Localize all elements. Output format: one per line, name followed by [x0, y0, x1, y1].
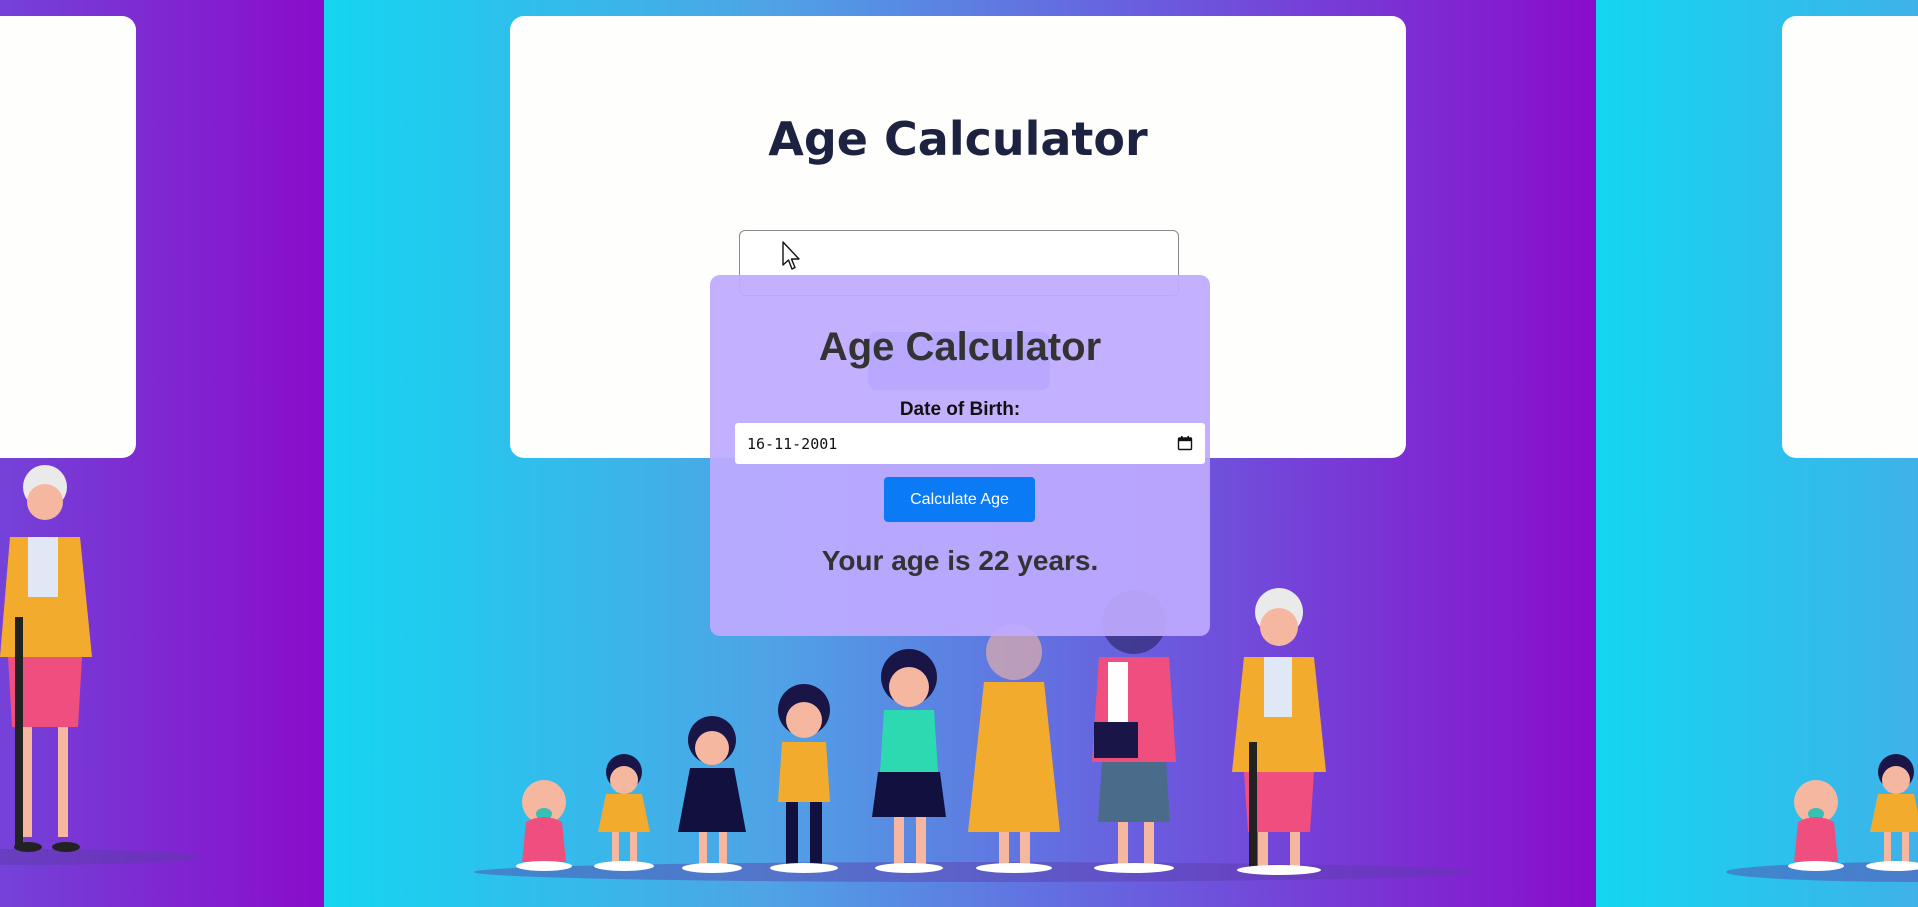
- girl-figure: [678, 716, 746, 873]
- calculate-age-button[interactable]: Calculate Age: [884, 477, 1035, 522]
- background-title: Age Calculator: [768, 112, 1148, 166]
- mouse-pointer-icon: [782, 241, 800, 270]
- schoolgirl-figure: [770, 684, 838, 873]
- background-card-left: [0, 16, 136, 458]
- screen: Age Calculator Age Calculator Date of Bi…: [0, 0, 1918, 907]
- baby-figure: [516, 780, 572, 871]
- background-panel-right: [1596, 0, 1918, 907]
- age-result: Your age is 22 years.: [821, 545, 1099, 576]
- people-illustration-left: [0, 465, 200, 865]
- toddler-figure: [594, 754, 654, 871]
- date-of-birth-value: 16-11-2001: [747, 434, 838, 453]
- age-calculator-panel: Age Calculator Date of Birth: 16-11-2001…: [710, 275, 1210, 636]
- background-card-right: [1782, 16, 1918, 458]
- app-title: Age Calculator: [818, 325, 1102, 369]
- calendar-icon[interactable]: [1177, 435, 1193, 451]
- people-illustration-right: [1726, 754, 1918, 882]
- date-of-birth-input[interactable]: 16-11-2001: [735, 423, 1205, 464]
- grandma-figure: [1232, 588, 1326, 875]
- young-woman-figure: [968, 624, 1060, 873]
- teen-figure: [872, 649, 946, 873]
- background-panel-left: [0, 0, 324, 907]
- date-of-birth-label: Date of Birth:: [899, 399, 1021, 420]
